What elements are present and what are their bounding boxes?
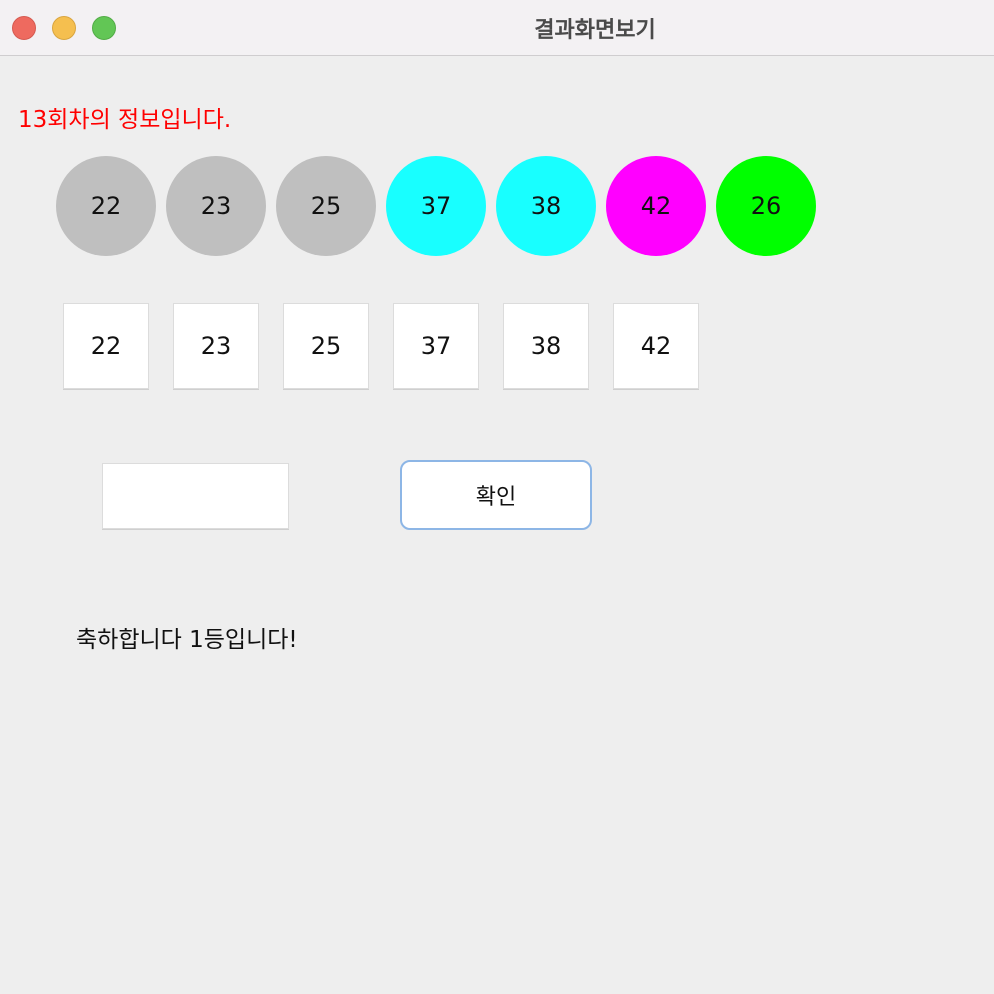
title-bar[interactable]: 결과화면보기	[0, 0, 994, 56]
picked-number-4: 37	[393, 303, 479, 389]
picked-number-6: 42	[613, 303, 699, 389]
round-info-label: 13회차의 정보입니다.	[18, 107, 232, 133]
picked-number-1: 22	[63, 303, 149, 389]
round-input-field[interactable]	[102, 463, 289, 529]
winning-ball-3: 25	[276, 156, 376, 256]
winning-ball-6: 42	[606, 156, 706, 256]
winning-ball-1: 22	[56, 156, 156, 256]
winning-ball-5: 38	[496, 156, 596, 256]
confirm-button[interactable]: 확인	[400, 460, 592, 530]
winning-ball-2: 23	[166, 156, 266, 256]
picked-number-2: 23	[173, 303, 259, 389]
window-title: 결과화면보기	[534, 18, 656, 43]
app-window: 결과화면보기 13회차의 정보입니다. 22 23 25 37 38 42 26…	[0, 0, 994, 994]
bonus-ball: 26	[716, 156, 816, 256]
winning-ball-4: 37	[386, 156, 486, 256]
result-message: 축하합니다 1등입니다!	[76, 627, 298, 653]
picked-number-3: 25	[283, 303, 369, 389]
picked-number-5: 38	[503, 303, 589, 389]
